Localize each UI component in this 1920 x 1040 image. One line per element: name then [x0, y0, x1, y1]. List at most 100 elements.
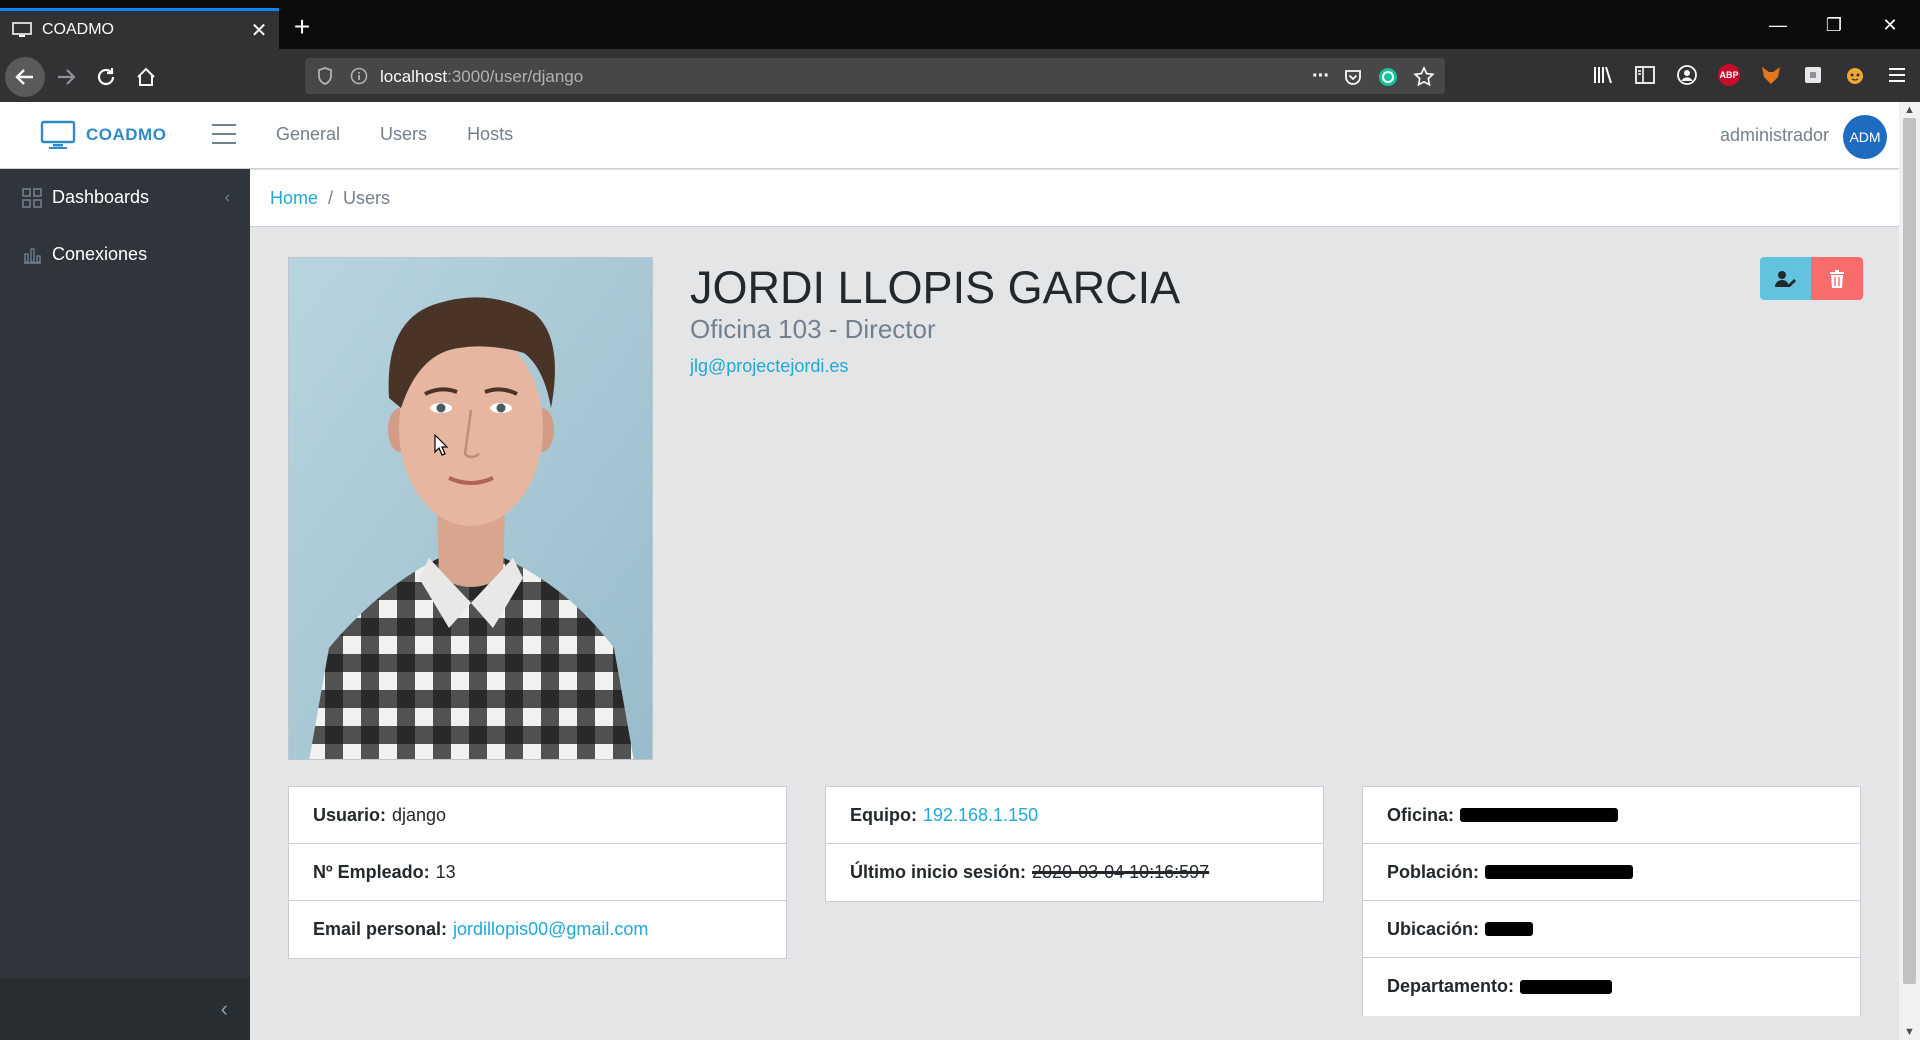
reload-icon: [97, 68, 115, 86]
email-row: Email personal: jordillopis00@gmail.com: [289, 901, 786, 958]
bar-chart-icon: [24, 247, 41, 264]
sidebar-toggle-icon[interactable]: [1632, 62, 1658, 88]
forward-button[interactable]: [46, 57, 86, 97]
close-window-button[interactable]: ✕: [1870, 10, 1910, 40]
app-header: COADMO General Users Hosts administrador…: [0, 102, 1899, 169]
sidebar: Dashboards ‹ Conexiones ‹: [0, 169, 250, 1040]
departamento-row: Departamento:: [1363, 958, 1860, 1015]
grammar-extension-icon[interactable]: [1377, 66, 1399, 88]
toolbar-extensions: ABP: [1590, 62, 1920, 88]
arrow-left-icon: [15, 69, 33, 85]
profile-name: JORDI LLOPIS GARCIA: [690, 262, 1181, 313]
user-edit-icon: [1775, 270, 1796, 287]
chevron-left-icon: ‹: [220, 996, 228, 1021]
departamento-label: Departamento:: [1387, 976, 1515, 996]
avatar[interactable]: ADM: [1843, 115, 1887, 159]
breadcrumb-home[interactable]: Home: [270, 188, 318, 209]
redacted-value: [1485, 865, 1634, 879]
page-scrollbar[interactable]: ▲ ▼: [1899, 102, 1920, 1040]
menu-icon[interactable]: [1884, 62, 1910, 88]
close-tab-icon[interactable]: ✕: [245, 18, 273, 43]
sesion-value: 2020-03-04 10:16:597: [1032, 862, 1210, 882]
poblacion-row: Población:: [1363, 844, 1860, 901]
monitor-icon: [12, 22, 32, 37]
monitor-icon: [40, 120, 76, 149]
puzzle-extension-icon[interactable]: [1800, 62, 1826, 88]
fox-extension-icon[interactable]: [1758, 62, 1784, 88]
sidebar-item-dashboards[interactable]: Dashboards ‹: [0, 169, 250, 226]
oficina-label: Oficina:: [1387, 804, 1455, 825]
new-tab-button[interactable]: +: [287, 12, 317, 42]
profile-role: Oficina 103 - Director: [690, 314, 936, 344]
breadcrumb: Home / Users: [250, 170, 1899, 227]
account-icon[interactable]: [1674, 62, 1700, 88]
nav-hosts[interactable]: Hosts: [467, 124, 513, 145]
bookmark-star-icon[interactable]: [1413, 65, 1435, 88]
edit-user-button[interactable]: [1760, 257, 1812, 300]
nav-general[interactable]: General: [276, 124, 340, 145]
minimize-window-button[interactable]: —: [1758, 10, 1798, 40]
browser-toolbar: localhost:3000/user/django ··· ABP: [0, 49, 1920, 102]
browser-tab[interactable]: COADMO ✕: [0, 8, 279, 49]
brand-name: COADMO: [86, 125, 167, 144]
brand-logo[interactable]: COADMO: [40, 120, 166, 150]
restore-window-button[interactable]: ❐: [1814, 10, 1854, 40]
sidebar-item-conexiones[interactable]: Conexiones: [0, 226, 250, 283]
reload-button[interactable]: [86, 57, 126, 97]
ubicacion-label: Ubicación:: [1387, 918, 1480, 939]
usuario-label: Usuario:: [313, 804, 387, 825]
back-button[interactable]: [5, 57, 45, 97]
profile-email-link[interactable]: jlg@projectejordi.es: [690, 356, 848, 377]
url-bar[interactable]: localhost:3000/user/django ···: [305, 58, 1445, 94]
empleado-label: Nº Empleado:: [313, 861, 430, 882]
url-text[interactable]: localhost:3000/user/django: [380, 67, 583, 87]
sidebar-toggle-button[interactable]: [212, 124, 236, 144]
equipo-label: Equipo:: [850, 804, 917, 825]
user-name[interactable]: administrador: [1720, 125, 1829, 146]
monkey-extension-icon[interactable]: [1842, 62, 1868, 88]
url-host: localhost: [380, 67, 448, 86]
usuario-row: Usuario: django: [289, 787, 786, 844]
arrow-right-icon: [58, 69, 76, 85]
redacted-value: [1460, 808, 1619, 822]
equipo-ip-link[interactable]: 192.168.1.150: [923, 805, 1038, 826]
mouse-cursor-icon: [434, 434, 448, 456]
sesion-row: Último inicio sesión: 2020-03-04 10:16:5…: [826, 844, 1323, 901]
delete-user-button[interactable]: [1811, 257, 1863, 300]
browser-tab-bar: COADMO ✕ + — ❐ ✕: [0, 0, 1920, 49]
sidebar-minimize-button[interactable]: ‹: [0, 978, 250, 1040]
pocket-icon[interactable]: [1343, 67, 1363, 87]
sesion-label: Último inicio sesión:: [850, 862, 1027, 882]
sidebar-item-label: Dashboards: [52, 187, 150, 207]
personal-info-card: Usuario: django Nº Empleado: 13 Email pe…: [288, 786, 787, 959]
oficina-info-card: Oficina: Población: Ubicación: Departame…: [1362, 786, 1861, 1016]
grid-icon: [22, 187, 42, 208]
scroll-down-icon[interactable]: ▼: [1899, 1024, 1920, 1040]
nav-users[interactable]: Users: [380, 124, 427, 145]
poblacion-label: Población:: [1387, 861, 1480, 882]
redacted-value: [1485, 922, 1534, 936]
library-icon[interactable]: [1590, 62, 1616, 88]
oficina-row: Oficina:: [1363, 787, 1860, 844]
redacted-value: [1520, 979, 1613, 994]
top-nav: General Users Hosts: [276, 124, 513, 145]
scroll-up-icon[interactable]: ▲: [1899, 102, 1920, 118]
breadcrumb-current: Users: [343, 187, 391, 208]
empleado-value: 13: [435, 861, 456, 882]
breadcrumb-separator: /: [328, 187, 334, 208]
personal-email-link[interactable]: jordillopis00@gmail.com: [453, 919, 648, 940]
home-button[interactable]: [126, 57, 166, 97]
url-path: :3000/user/django: [447, 67, 584, 86]
equipo-row: Equipo: 192.168.1.150: [826, 787, 1323, 844]
tab-title: COADMO: [42, 21, 114, 38]
chevron-left-icon: ‹: [224, 188, 230, 206]
usuario-value: django: [392, 804, 447, 825]
info-icon[interactable]: [350, 67, 368, 85]
more-actions-icon[interactable]: ···: [1312, 65, 1330, 88]
email-label: Email personal:: [313, 919, 448, 939]
adblock-icon[interactable]: ABP: [1716, 62, 1742, 88]
ubicacion-row: Ubicación:: [1363, 901, 1860, 958]
sidebar-item-label: Conexiones: [52, 244, 148, 264]
shield-icon[interactable]: [317, 67, 333, 85]
scroll-thumb[interactable]: [1903, 118, 1916, 984]
